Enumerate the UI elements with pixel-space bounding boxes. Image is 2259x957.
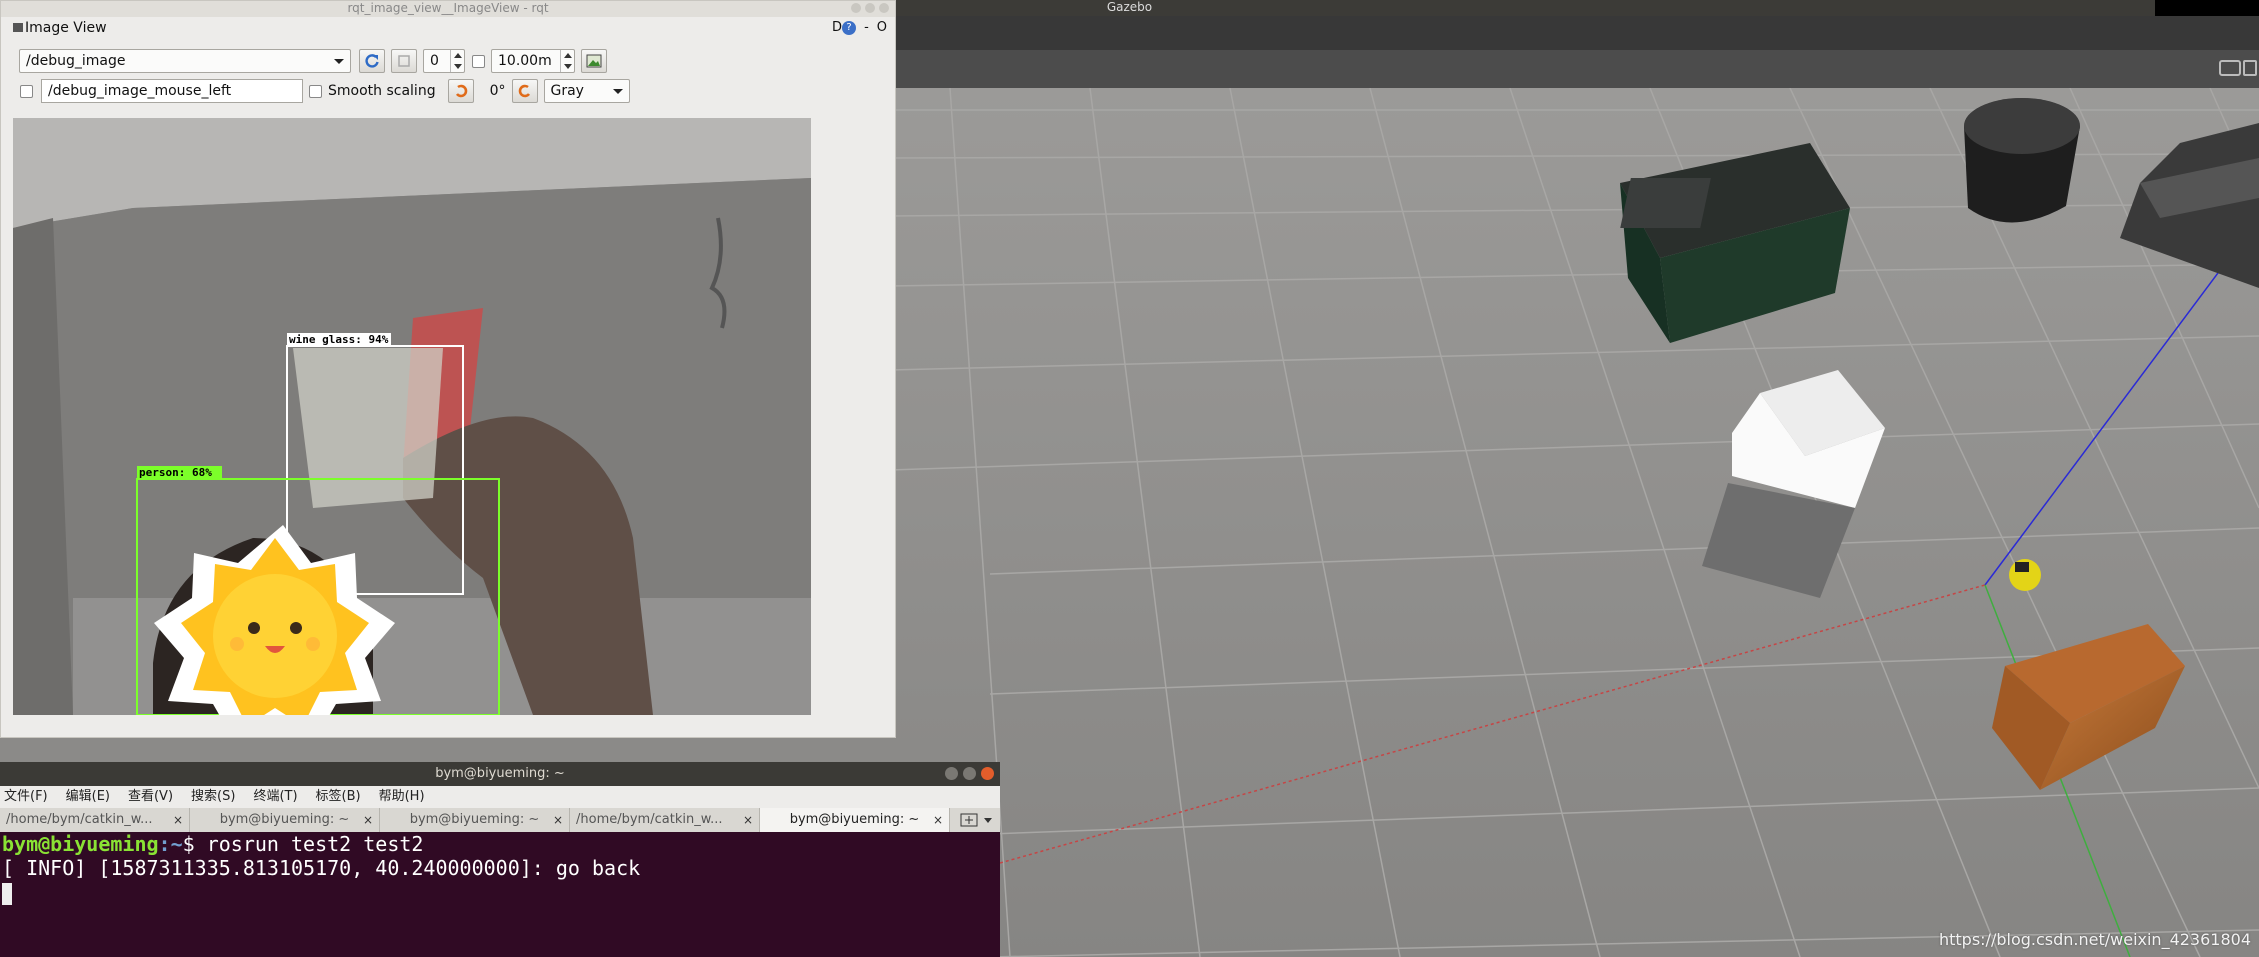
plugin-dockbar: Image View D ? - O	[1, 17, 895, 39]
spin-box-value: 0	[430, 53, 439, 69]
terminal-window[interactable]: bym@biyueming: ~ 文件(F) 编辑(E) 查看(V) 搜索(S)…	[0, 762, 1000, 957]
zoom-icon	[398, 55, 410, 67]
glass	[293, 348, 443, 508]
person-label: person: 68%	[139, 466, 212, 479]
smooth-scaling-label: Smooth scaling	[328, 83, 436, 99]
terminal-tab[interactable]: /home/bym/catkin_w... ×	[0, 808, 190, 832]
mouse-publish-checkbox[interactable]	[20, 84, 33, 98]
plugin-title: Image View	[25, 20, 107, 36]
terminal-minimize-button[interactable]	[945, 767, 958, 780]
screenshot-icon[interactable]	[2219, 60, 2241, 76]
plugin-icon	[13, 23, 23, 32]
terminal-tab[interactable]: bym@biyueming: ~ ×	[190, 808, 380, 832]
toolbar-row-2: /debug_image_mouse_left Smooth scaling 0…	[1, 78, 630, 104]
topic-select[interactable]: /debug_image	[19, 49, 351, 73]
tab-close-icon[interactable]: ×	[363, 808, 373, 832]
zoom-fit-button[interactable]	[391, 49, 417, 73]
rqt-window-title: rqt_image_view__ImageView - rqt	[347, 1, 549, 15]
tab-close-icon[interactable]: ×	[173, 808, 183, 832]
prompt-user: bym@biyueming	[2, 832, 159, 856]
smooth-scaling-checkbox[interactable]	[309, 84, 322, 98]
close-button[interactable]	[879, 3, 889, 13]
terminal-close-button[interactable]	[981, 767, 994, 780]
dock-close-button[interactable]: O	[877, 17, 887, 39]
record-icon[interactable]	[2243, 60, 2257, 76]
terminal-titlebar: bym@biyueming: ~	[0, 762, 1000, 786]
tab-close-icon[interactable]: ×	[553, 808, 563, 832]
gazebo-title: Gazebo	[1106, 0, 1153, 14]
terminal-line-1: bym@biyueming:~$ rosrun test2 test2	[2, 832, 1000, 856]
debug-image-view[interactable]: wine glass: 94% person: 68%	[13, 118, 811, 715]
robot-model[interactable]	[2009, 559, 2041, 591]
dock-d-button[interactable]: D	[832, 17, 842, 39]
prompt-path: :~	[158, 832, 183, 856]
color-scheme-value: Gray	[550, 83, 584, 99]
refresh-topics-button[interactable]	[359, 49, 385, 73]
mouse-topic-input[interactable]: /debug_image_mouse_left	[41, 79, 303, 103]
terminal-tab-bar: /home/bym/catkin_w... × bym@biyueming: ~…	[0, 808, 1000, 832]
new-tab-area	[950, 808, 1000, 832]
tab-label: /home/bym/catkin_w...	[6, 812, 153, 827]
terminal-maximize-button[interactable]	[963, 767, 976, 780]
distance-value: 10.00m	[498, 53, 552, 69]
chevron-down-icon	[612, 89, 623, 94]
camera-frame-svg: wine glass: 94% person: 68%	[13, 118, 811, 715]
image-save-icon	[586, 54, 602, 68]
menu-view[interactable]: 查看(V)	[128, 786, 173, 808]
save-image-button[interactable]	[581, 49, 607, 73]
minimize-button[interactable]	[851, 3, 861, 13]
dock-minimize-button[interactable]: -	[864, 17, 869, 39]
menu-edit[interactable]: 编辑(E)	[66, 786, 110, 808]
rotation-label: 0°	[489, 83, 506, 99]
menu-file[interactable]: 文件(F)	[4, 786, 48, 808]
tab-label: bym@biyueming: ~	[219, 812, 350, 827]
tab-close-icon[interactable]: ×	[933, 808, 943, 832]
spin-arrows-icon[interactable]	[450, 50, 464, 72]
tab-label: bym@biyueming: ~	[409, 812, 540, 827]
rotate-right-button[interactable]	[511, 79, 538, 103]
rotate-left-icon	[455, 84, 467, 98]
terminal-tab[interactable]: /home/bym/catkin_w... ×	[570, 808, 760, 832]
new-tab-icon[interactable]	[960, 813, 978, 827]
menu-terminal[interactable]: 终端(T)	[253, 786, 297, 808]
terminal-tab-active[interactable]: bym@biyueming: ~ ×	[760, 808, 950, 832]
rqt-titlebar: rqt_image_view__ImageView - rqt	[1, 1, 895, 17]
cylinder-model[interactable]	[1964, 98, 2080, 223]
distance-checkbox[interactable]	[472, 54, 485, 68]
rotate-right-icon	[518, 84, 530, 98]
tab-label: bym@biyueming: ~	[789, 812, 920, 827]
refresh-icon	[365, 54, 379, 68]
tab-menu-chevron-icon[interactable]	[984, 818, 992, 823]
terminal-command: $ rosrun test2 test2	[182, 832, 424, 856]
menu-help[interactable]: 帮助(H)	[379, 786, 425, 808]
distance-spin-box[interactable]: 10.00m	[491, 49, 575, 73]
watermark: https://blog.csdn.net/weixin_42361804	[1938, 930, 2251, 949]
maximize-button[interactable]	[865, 3, 875, 13]
topic-select-value: /debug_image	[26, 53, 126, 69]
toolbar-row-1: /debug_image 0 10.00m	[1, 48, 607, 74]
tab-close-icon[interactable]: ×	[743, 808, 753, 832]
color-scheme-select[interactable]: Gray	[543, 79, 630, 103]
wine-glass-label: wine glass: 94%	[289, 333, 389, 346]
rqt-image-view-window: rqt_image_view__ImageView - rqt Image Vi…	[0, 0, 896, 738]
terminal-cursor	[2, 882, 12, 905]
terminal-line-3	[2, 880, 1000, 905]
terminal-title: bym@biyueming: ~	[435, 766, 565, 781]
terminal-menubar: 文件(F) 编辑(E) 查看(V) 搜索(S) 终端(T) 标签(B) 帮助(H…	[0, 786, 1000, 808]
rotate-left-button[interactable]	[447, 79, 474, 103]
terminal-tab[interactable]: bym@biyueming: ~ ×	[380, 808, 570, 832]
menu-tabs[interactable]: 标签(B)	[316, 786, 361, 808]
menu-search[interactable]: 搜索(S)	[191, 786, 235, 808]
terminal-output-line: [ INFO] [1587311335.813105170, 40.240000…	[2, 856, 641, 880]
tab-label: /home/bym/catkin_w...	[576, 812, 723, 827]
spin-arrows-icon[interactable]	[560, 50, 574, 72]
terminal-line-2: [ INFO] [1587311335.813105170, 40.240000…	[2, 856, 1000, 880]
terminal-output[interactable]: bym@biyueming:~$ rosrun test2 test2 [ IN…	[0, 832, 1000, 957]
chevron-down-icon	[334, 59, 344, 64]
spin-box[interactable]: 0	[423, 49, 465, 73]
help-icon[interactable]: ?	[842, 21, 857, 35]
